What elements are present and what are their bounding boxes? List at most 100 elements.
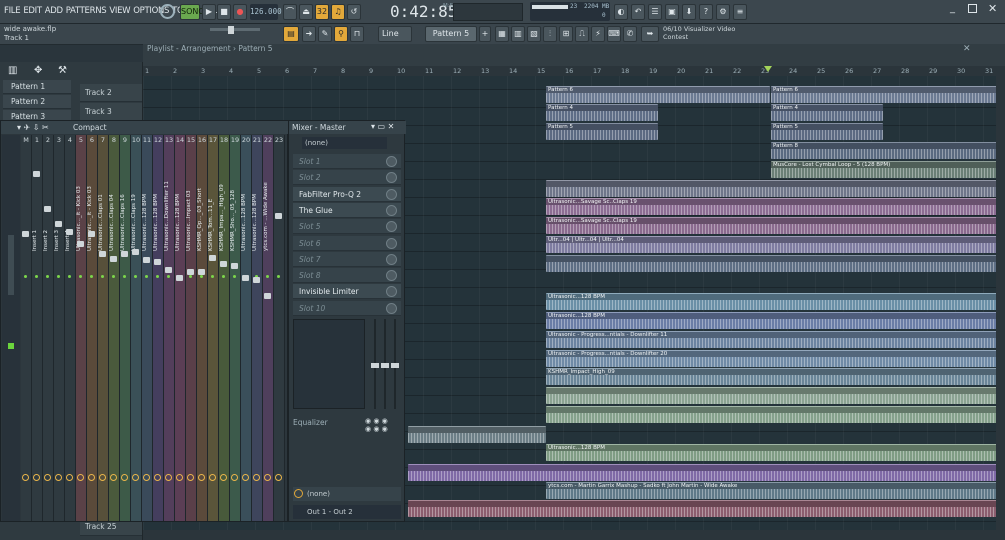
pan-knob-icon[interactable] — [209, 474, 216, 481]
playlist-clip[interactable]: Pattern 5 — [546, 123, 658, 140]
effect-slot[interactable]: Slot 8 — [293, 268, 401, 284]
pan-knob-icon[interactable] — [165, 474, 172, 481]
track-header[interactable]: Track 3 — [80, 103, 142, 121]
mixer-strip[interactable]: 21 Ultrasonic...128 BPM — [252, 135, 263, 521]
slot-mix-knob-icon[interactable] — [386, 237, 397, 249]
strip-led-icon[interactable] — [24, 275, 27, 278]
stop-button[interactable]: ■ — [217, 4, 231, 20]
playlist-clip[interactable]: Ultrasonic...128 BPM — [546, 312, 1005, 329]
pan-knob-icon[interactable] — [99, 474, 106, 481]
pan-knob-icon[interactable] — [88, 474, 95, 481]
pat-song-knob-icon[interactable] — [160, 4, 175, 19]
playlist-clip[interactable]: Pattern 6 — [771, 86, 1005, 103]
volume-fader[interactable] — [99, 251, 106, 257]
mixer-strip[interactable]: 16 KSHMR_Op..._03_Short — [197, 135, 208, 521]
view-piano-roll-icon[interactable]: ▥ — [511, 26, 525, 42]
mixer-strip[interactable]: 15 Ultrasonic...Impact 03 — [186, 135, 197, 521]
input-select[interactable]: (none) — [302, 137, 387, 149]
playlist-clip[interactable] — [408, 500, 1005, 517]
effect-slot[interactable]: Invisible Limiter — [293, 284, 401, 300]
slot-mix-knob-icon[interactable] — [386, 286, 397, 298]
pan-knob-icon[interactable] — [55, 474, 62, 481]
pan-knob-icon[interactable] — [77, 474, 84, 481]
playlist-clip[interactable]: Ultrasonic - Progress...ntials - Downlif… — [546, 331, 1005, 348]
effect-slot[interactable]: Slot 6 — [293, 235, 401, 251]
save-icon[interactable]: ▣ — [665, 4, 679, 20]
pan-knob-icon[interactable] — [198, 474, 205, 481]
playlist-clip[interactable]: Ultrasonic...128 BPM — [546, 293, 1005, 310]
pan-knob-icon[interactable] — [44, 474, 51, 481]
mixer-menu-icon[interactable]: ▾ ✈ ⇩ ✂ — [17, 123, 49, 132]
mixer-strip[interactable]: 12 Ultrasonic...128 BPM — [153, 135, 164, 521]
playlist-clip[interactable]: Pattern 6 — [546, 86, 770, 103]
strip-led-icon[interactable] — [101, 275, 104, 278]
effect-slot[interactable]: Slot 5 — [293, 219, 401, 235]
slot-mix-knob-icon[interactable] — [386, 253, 397, 265]
pan-knob-icon[interactable] — [33, 474, 40, 481]
strip-led-icon[interactable] — [90, 275, 93, 278]
eq-knobs[interactable]: ◉ ◉ ◉ ◉ ◉ ◉ — [365, 417, 388, 433]
timeline-ruler[interactable]: 1 2 3 4 5 6 7 8 9 10 11 12 13 14 15 16 17 18 19 20 21 22 23 24 2… — [143, 66, 1005, 76]
mixer-strip[interactable]: M — [21, 135, 32, 521]
script-output-icon[interactable]: ✆ — [623, 26, 637, 42]
view-plugins-icon[interactable]: ⚡ — [591, 26, 605, 42]
playlist-clip[interactable] — [546, 406, 1005, 423]
eq-graph[interactable] — [293, 319, 365, 409]
strip-led-icon[interactable] — [134, 275, 137, 278]
volume-fader[interactable] — [55, 221, 62, 227]
mixer-icon[interactable]: ≡ — [733, 4, 747, 20]
pan-knob-icon[interactable] — [143, 474, 150, 481]
strip-led-icon[interactable] — [167, 275, 170, 278]
playlist-close-icon[interactable]: ✕ — [963, 44, 971, 54]
strip-led-icon[interactable] — [123, 275, 126, 278]
slot-mix-knob-icon[interactable] — [386, 204, 397, 216]
piano-icon[interactable]: ▥ — [8, 65, 17, 76]
playhead-marker[interactable] — [764, 66, 772, 72]
close-icon[interactable]: ✕ — [988, 2, 997, 15]
snap-select[interactable]: Line — [378, 26, 412, 42]
mixer-strip[interactable]: 14 Ultrasonic...128 BPM — [175, 135, 186, 521]
effect-slot[interactable]: Slot 1 — [293, 154, 401, 169]
menu-item-add[interactable]: ADD — [45, 6, 63, 16]
playlist-vscroll[interactable] — [996, 76, 1005, 530]
strip-led-icon[interactable] — [112, 275, 115, 278]
mixer-strip[interactable]: 7 Ultrasonic...Claps 01 — [98, 135, 109, 521]
pan-knob-icon[interactable] — [176, 474, 183, 481]
menu-item-edit[interactable]: EDIT — [23, 6, 42, 16]
slot-mix-knob-icon[interactable] — [386, 302, 397, 314]
volume-fader[interactable] — [220, 261, 227, 267]
master-window-icons[interactable]: ▾ ▭ ✕ — [371, 122, 394, 131]
view-channel-rack-icon[interactable]: ▧ — [527, 26, 541, 42]
pan-knob-icon[interactable] — [121, 474, 128, 481]
strip-led-icon[interactable] — [266, 275, 269, 278]
playlist-clip[interactable]: Ultrasonic...Savage Sc..Claps 19 — [546, 217, 1005, 234]
countdown-icon[interactable]: 32 — [315, 4, 329, 20]
pan-knob-icon[interactable] — [110, 474, 117, 481]
volume-fader[interactable] — [33, 171, 40, 177]
volume-fader[interactable] — [88, 231, 95, 237]
mixer-strip[interactable]: 22 ytcs.com - ...Wide Awake — [263, 135, 274, 521]
playlist-clip[interactable]: Ultrasonic...128 BPM — [546, 444, 1005, 461]
playlist-clip[interactable]: MusCore - Lost Cymbal Loop - 5 (128 BPM) — [771, 161, 1005, 178]
mixer-strip[interactable]: 9 Ultrasonic...Claps 16 — [120, 135, 131, 521]
volume-fader[interactable] — [44, 206, 51, 212]
mixer-strip[interactable]: 1 Insert 1 — [32, 135, 43, 521]
pan-knob-icon[interactable] — [220, 474, 227, 481]
strip-led-icon[interactable] — [233, 275, 236, 278]
song-mode-toggle[interactable]: SONG — [180, 4, 205, 20]
wrench-icon[interactable]: ⚒ — [58, 65, 67, 76]
mixer-strip[interactable]: 11 Ultrasonic...128 BPM — [142, 135, 153, 521]
track-header[interactable]: Track 2 — [80, 84, 142, 102]
undo-icon[interactable]: ↶ — [631, 4, 645, 20]
volume-fader[interactable] — [22, 231, 29, 237]
play-button[interactable]: ▶ — [202, 4, 216, 20]
slot-mix-knob-icon[interactable] — [386, 156, 397, 167]
maximize-icon[interactable] — [968, 4, 977, 13]
strip-led-icon[interactable] — [57, 275, 60, 278]
browser-icon[interactable]: ☰ — [648, 4, 662, 20]
strip-led-icon[interactable] — [156, 275, 159, 278]
view-mixer-icon[interactable]: ⫶ — [543, 26, 557, 42]
eq-sliders[interactable] — [371, 319, 401, 409]
volume-fader[interactable] — [253, 277, 260, 283]
pattern-item[interactable]: Pattern 1 — [3, 80, 71, 94]
